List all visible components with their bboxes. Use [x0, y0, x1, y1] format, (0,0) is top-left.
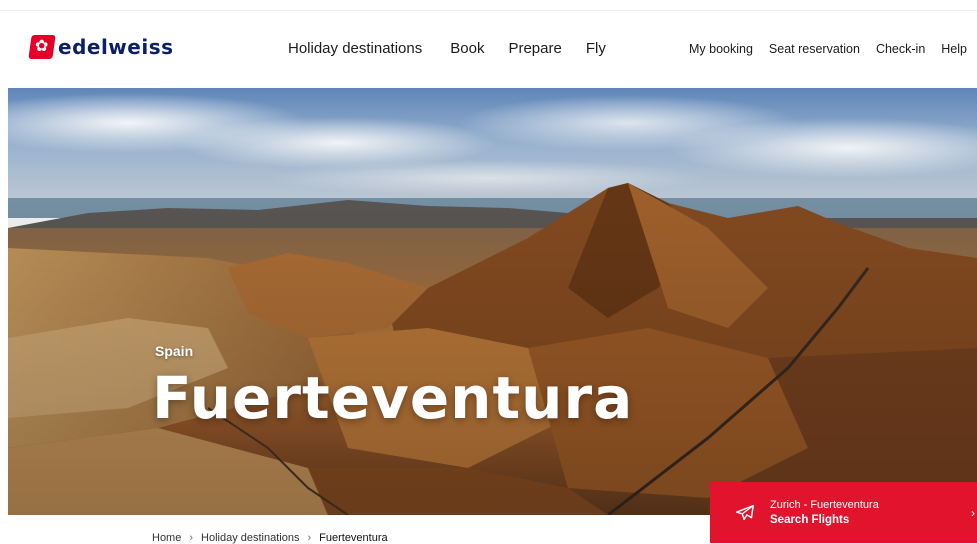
site-header: ✿ edelweiss Holiday destinations Book Pr… — [0, 11, 977, 87]
chevron-right-icon: › — [307, 532, 312, 544]
hero-landscape-image — [8, 88, 977, 515]
brand-logo[interactable]: ✿ edelweiss — [28, 35, 174, 59]
nav-prepare[interactable]: Prepare — [508, 40, 561, 57]
search-cta-label: Search Flights — [770, 514, 850, 526]
search-route: Zurich - Fuerteventura — [770, 499, 879, 511]
edelweiss-flower-icon: ✿ — [28, 35, 56, 59]
breadcrumb: Home › Holiday destinations › Fuertevent… — [152, 532, 388, 544]
chevron-right-icon: › — [189, 532, 194, 544]
nav-help[interactable]: Help — [941, 42, 967, 56]
utility-navigation: My booking Seat reservation Check-in Hel… — [673, 42, 967, 56]
nav-check-in[interactable]: Check-in — [876, 42, 925, 56]
airplane-icon — [730, 498, 760, 528]
chevron-right-icon: › — [971, 506, 975, 520]
nav-fly[interactable]: Fly — [586, 40, 606, 57]
hero-title: Fuerteventura — [152, 364, 634, 432]
breadcrumb-home[interactable]: Home — [152, 532, 181, 544]
breadcrumb-current: Fuerteventura — [319, 532, 388, 544]
hero-country: Spain — [155, 343, 194, 359]
nav-book[interactable]: Book — [450, 40, 484, 57]
search-flights-button[interactable]: Zurich - Fuerteventura Search Flights › — [710, 482, 977, 543]
breadcrumb-holiday-destinations[interactable]: Holiday destinations — [201, 532, 299, 544]
hero-banner: Spain Fuerteventura — [8, 88, 977, 515]
main-navigation: Holiday destinations Book Prepare Fly — [288, 40, 632, 57]
nav-seat-reservation[interactable]: Seat reservation — [769, 42, 860, 56]
nav-holiday-destinations[interactable]: Holiday destinations — [288, 40, 422, 57]
brand-name: edelweiss — [58, 35, 174, 59]
nav-my-booking[interactable]: My booking — [689, 42, 753, 56]
